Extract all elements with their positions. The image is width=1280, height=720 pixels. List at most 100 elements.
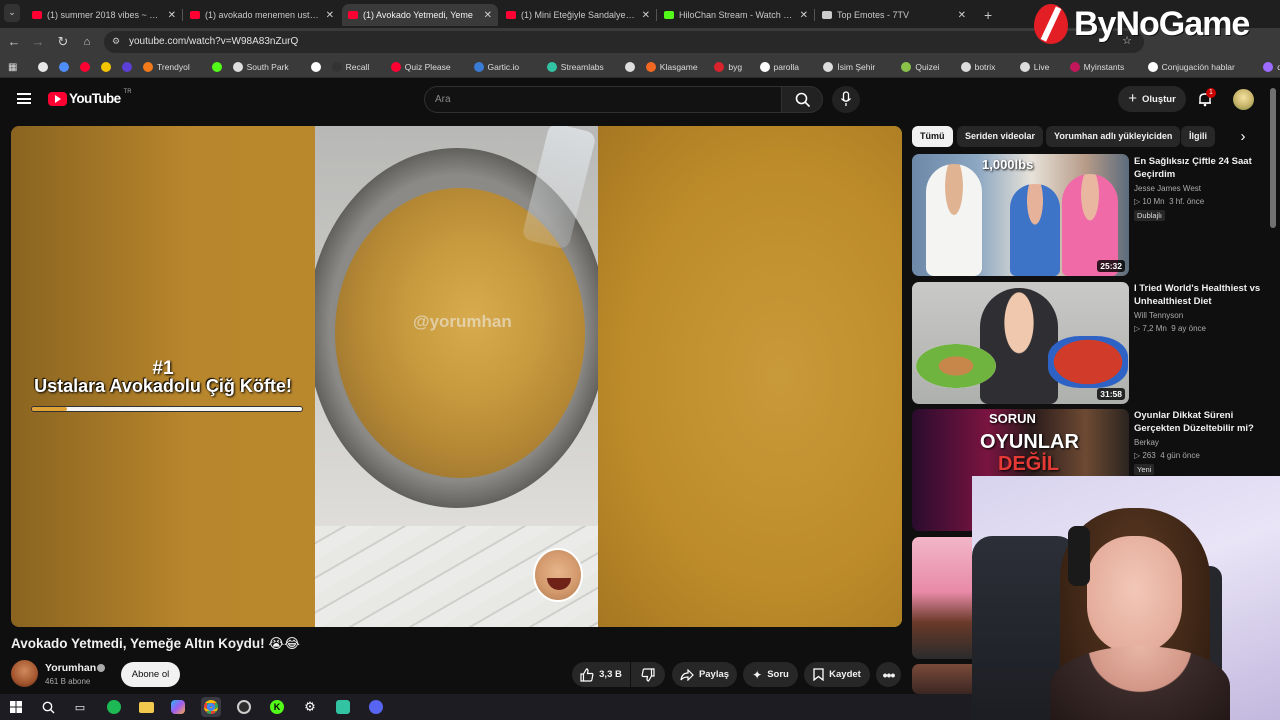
discord-icon[interactable]: [366, 697, 386, 717]
thumb-food: [1048, 336, 1128, 388]
youtube-logo-text: YouTube: [69, 91, 121, 106]
bookmark-label: İsim Şehir: [837, 62, 876, 72]
bookmark-item[interactable]: [310, 60, 325, 74]
browser-tab[interactable]: (1) Avokado Yetmedi, Yeme ✕: [342, 4, 498, 26]
related-channel[interactable]: Berkay: [1134, 438, 1159, 447]
chip-all[interactable]: Tümü: [912, 126, 953, 147]
chip-series[interactable]: Seriden videolar: [957, 126, 1044, 147]
settings-icon[interactable]: ⚙: [300, 697, 320, 717]
reload-icon[interactable]: ↻: [54, 33, 72, 51]
bookmark-item[interactable]: İsim Şehir: [823, 60, 875, 74]
bookmark-item[interactable]: Gartic.io: [473, 60, 519, 74]
thumbs-down-icon: [641, 667, 655, 682]
home-icon[interactable]: ⌂: [78, 33, 96, 51]
back-icon[interactable]: ←: [5, 33, 23, 51]
channel-name[interactable]: Yorumhan: [45, 662, 96, 674]
related-thumbnail[interactable]: 1,000lbs 25:32: [912, 154, 1129, 276]
streamer-face: [1087, 536, 1182, 654]
browser-tab[interactable]: Top Emotes - 7TV ✕: [816, 4, 972, 26]
thumb-person: [1010, 184, 1060, 276]
chrome-icon[interactable]: [201, 697, 221, 717]
related-channel[interactable]: Jesse James West: [1134, 184, 1201, 193]
browser-tab[interactable]: (1) avokado menemen usta - Yo ✕: [184, 4, 340, 26]
video-duration: 25:32: [1097, 260, 1125, 272]
bookmark-item[interactable]: South Park: [232, 60, 289, 74]
bookmark-item[interactable]: dia: [1263, 60, 1280, 74]
notifications-button[interactable]: 1: [1196, 88, 1216, 108]
related-channel[interactable]: Will Tennyson: [1134, 311, 1183, 320]
file-explorer-icon[interactable]: [136, 697, 156, 717]
bookmark-item[interactable]: [122, 60, 136, 74]
site-info-icon[interactable]: ⚙: [112, 36, 120, 47]
save-button[interactable]: Kaydet: [804, 662, 870, 687]
new-tab-button[interactable]: +: [978, 4, 998, 26]
video-player[interactable]: @yorumhan #1 Ustalara Avokadolu Çiğ Köft…: [11, 126, 902, 627]
obs-icon[interactable]: [234, 697, 254, 717]
bookmark-item[interactable]: [80, 60, 94, 74]
bookmark-item[interactable]: Recall: [331, 60, 369, 74]
tab-close-icon[interactable]: ✕: [484, 10, 492, 21]
related-title[interactable]: I Tried World's Healthiest vs Unhealthie…: [1134, 282, 1274, 308]
spotify-icon[interactable]: [104, 697, 124, 717]
bookmark-item[interactable]: Klasgame: [645, 60, 698, 74]
bookmark-item[interactable]: Trendyol: [143, 60, 190, 74]
browser-tab[interactable]: (1) Mini Eteğiyle Sandalye Kapt ✕: [500, 4, 656, 26]
create-button[interactable]: + Oluştur: [1118, 86, 1186, 112]
bookmark-item[interactable]: [101, 60, 115, 74]
tab-close-icon[interactable]: ✕: [326, 10, 334, 21]
account-avatar[interactable]: [1233, 89, 1254, 110]
search-button[interactable]: [781, 86, 823, 113]
url-text: youtube.com/watch?v=W98A83nZurQ: [129, 36, 299, 47]
browser-tab[interactable]: (1) summer 2018 vibes ~ nostal ✕: [26, 4, 182, 26]
tab-close-icon[interactable]: ✕: [642, 10, 650, 21]
windows-start-icon[interactable]: [6, 697, 26, 717]
bookmark-item[interactable]: [624, 60, 639, 74]
channel-avatar[interactable]: [11, 660, 38, 687]
more-actions-button[interactable]: •••: [876, 662, 901, 687]
subscribe-button[interactable]: Abone ol: [121, 662, 180, 687]
kick-icon[interactable]: K: [267, 697, 287, 717]
ask-button[interactable]: ✦ Soru: [743, 662, 798, 687]
task-view-icon[interactable]: ▭: [70, 697, 90, 717]
tab-close-icon[interactable]: ✕: [800, 10, 808, 21]
bookmark-item[interactable]: [59, 60, 73, 74]
bookmark-favicon-icon: [624, 62, 635, 72]
related-title[interactable]: Oyunlar Dikkat Süreni Gerçekten Düzelteb…: [1134, 409, 1274, 435]
streamlabs-icon[interactable]: [333, 697, 353, 717]
bookmark-item[interactable]: Live: [1019, 60, 1049, 74]
bookmark-item[interactable]: Quiz Please: [390, 60, 451, 74]
bookmark-item[interactable]: byg: [714, 60, 742, 74]
bookmark-favicon-icon: [714, 62, 725, 72]
chip-uploader[interactable]: Yorumhan adlı yükleyiciden: [1046, 126, 1181, 147]
chip-related[interactable]: İlgili: [1181, 126, 1215, 147]
tab-close-icon[interactable]: ✕: [168, 10, 176, 21]
browser-tab[interactable]: HiloChan Stream - Watch Live o ✕: [658, 4, 814, 26]
bookmark-label: Quizei: [915, 62, 940, 72]
share-button[interactable]: Paylaş: [672, 662, 737, 687]
chevron-right-icon[interactable]: ›: [1234, 128, 1252, 146]
tab-close-icon[interactable]: ✕: [958, 10, 966, 21]
page-scrollbar[interactable]: [1270, 88, 1276, 228]
menu-icon[interactable]: [17, 93, 31, 104]
bookmark-item[interactable]: botrix: [960, 60, 995, 74]
search-input[interactable]: Ara: [424, 86, 782, 113]
related-thumbnail[interactable]: 31:58: [912, 282, 1129, 404]
like-button[interactable]: 3,3 B: [572, 662, 630, 687]
bookmark-item[interactable]: Streamlabs: [546, 60, 604, 74]
address-bar[interactable]: ⚙ youtube.com/watch?v=W98A83nZurQ ☆: [104, 31, 1144, 53]
apps-grid-icon[interactable]: ▦: [8, 60, 17, 74]
related-title[interactable]: En Sağlıksız Çiftle 24 Saat Geçirdim: [1134, 155, 1274, 181]
taskbar-search-icon[interactable]: [38, 697, 58, 717]
dislike-button[interactable]: [631, 662, 665, 687]
tab-search-button[interactable]: ⌄: [4, 4, 20, 22]
forward-icon[interactable]: →: [29, 33, 47, 51]
voice-search-button[interactable]: [832, 86, 860, 113]
bookmark-item[interactable]: Conjugación hablar: [1147, 60, 1235, 74]
bookmark-item[interactable]: Myinstants: [1069, 60, 1124, 74]
bookmark-item[interactable]: [211, 60, 226, 74]
youtube-logo[interactable]: YouTube TR: [48, 89, 132, 106]
bookmark-item[interactable]: Quizei: [901, 60, 939, 74]
bookmark-item[interactable]: parolla: [759, 60, 799, 74]
copilot-icon[interactable]: [168, 697, 188, 717]
bookmark-item[interactable]: [38, 60, 52, 74]
